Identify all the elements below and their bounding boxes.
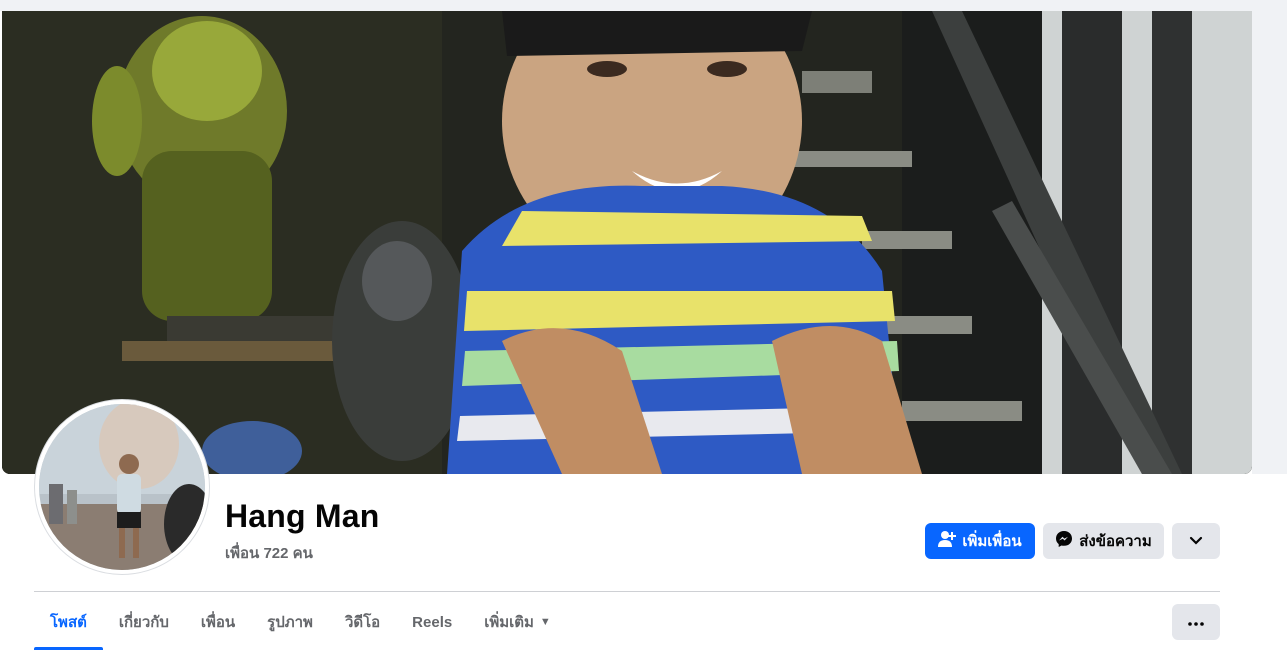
friends-count[interactable]: เพื่อน 722 คน bbox=[225, 541, 313, 565]
tab-posts[interactable]: โพสต์ bbox=[34, 596, 103, 650]
profile-name: Hang Man bbox=[225, 498, 380, 534]
tab-label: เกี่ยวกับ bbox=[118, 614, 169, 631]
tab-label: รูปภาพ bbox=[267, 614, 313, 631]
tab-more[interactable]: เพิ่มเติม ▼ bbox=[468, 596, 567, 648]
message-label: ส่งข้อความ bbox=[1079, 533, 1152, 550]
tab-videos[interactable]: วิดีโอ bbox=[329, 596, 396, 648]
cover-photo-illustration bbox=[2, 11, 1252, 474]
tab-label: เพื่อน bbox=[200, 614, 236, 631]
page-background bbox=[1252, 11, 1287, 474]
messenger-icon bbox=[1055, 530, 1073, 552]
tab-label: เพิ่มเติม bbox=[484, 614, 534, 631]
add-friend-button[interactable]: เพิ่มเพื่อน bbox=[925, 523, 1035, 559]
header-divider bbox=[34, 591, 1220, 592]
top-strip bbox=[0, 0, 1287, 11]
chevron-down-icon bbox=[1189, 533, 1203, 550]
person-plus-icon bbox=[938, 530, 957, 552]
tab-label: Reels bbox=[412, 613, 453, 631]
tab-label: โพสต์ bbox=[50, 614, 87, 631]
tab-label: วิดีโอ bbox=[344, 614, 381, 631]
ellipsis-icon bbox=[1188, 613, 1204, 631]
profile-avatar[interactable] bbox=[35, 400, 209, 574]
profile-tabs: โพสต์ เกี่ยวกับ เพื่อน รูปภาพ วิดีโอ Ree… bbox=[34, 596, 567, 650]
tab-reels[interactable]: Reels bbox=[396, 596, 468, 648]
message-button[interactable]: ส่งข้อความ bbox=[1043, 523, 1164, 559]
caret-down-icon: ▼ bbox=[539, 616, 551, 628]
more-actions-button[interactable] bbox=[1172, 523, 1220, 559]
tab-photos[interactable]: รูปภาพ bbox=[251, 596, 329, 648]
avatar-photo bbox=[39, 404, 205, 570]
overflow-menu-button[interactable] bbox=[1172, 604, 1220, 640]
tab-friends[interactable]: เพื่อน bbox=[185, 596, 251, 648]
add-friend-label: เพิ่มเพื่อน bbox=[962, 533, 1022, 550]
tab-about[interactable]: เกี่ยวกับ bbox=[103, 596, 185, 648]
cover-photo[interactable] bbox=[2, 11, 1252, 474]
